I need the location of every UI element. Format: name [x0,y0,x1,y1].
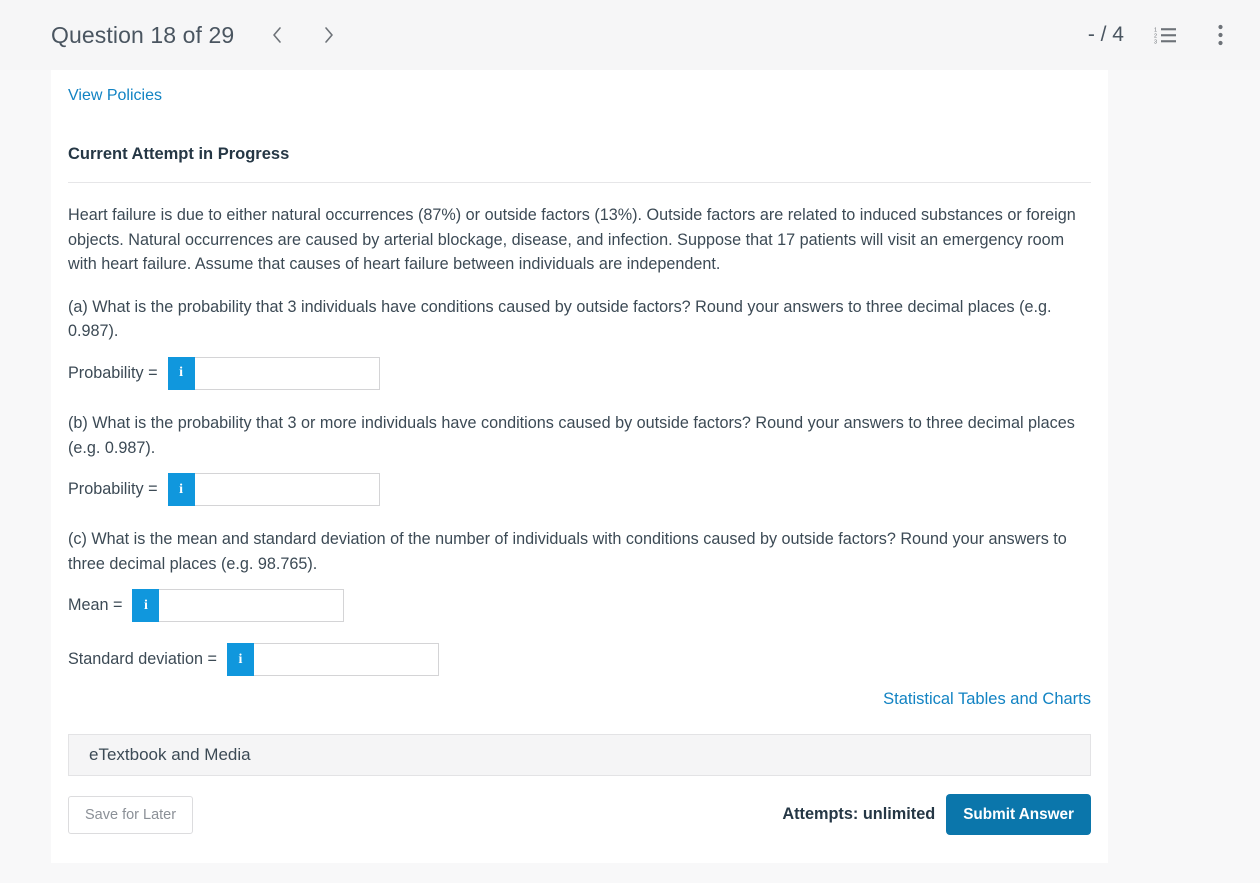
info-icon[interactable]: i [132,589,160,623]
submit-answer-button[interactable]: Submit Answer [946,794,1091,836]
question-card: View Policies Current Attempt in Progres… [51,70,1108,864]
info-icon[interactable]: i [167,356,195,390]
answer-input-group: i [132,589,345,623]
answer-input-group: i [167,356,380,390]
page-title: Question 18 of 29 [51,21,235,48]
info-icon[interactable]: i [167,473,195,507]
answer-row-probability-b: Probability = i [68,473,1091,507]
statistical-tables-and-charts-link[interactable]: Statistical Tables and Charts [883,690,1091,708]
question-list-button[interactable]: 1 2 3 [1154,23,1178,47]
attempt-status: Current Attempt in Progress [68,145,1091,183]
probability-b-input[interactable] [194,473,380,507]
answer-row-probability-a: Probability = i [68,356,1091,390]
question-part-a-text: (a) What is the probability that 3 indiv… [68,297,1052,341]
answer-label: Standard deviation = [68,650,217,669]
more-vertical-icon [1217,24,1223,46]
score-indicator: - / 4 [1087,23,1124,46]
etextbook-wrap: eTextbook and Media [51,709,1108,777]
mean-input[interactable] [159,589,345,623]
answer-row-mean: Mean = i [68,589,1091,623]
question-intro-text: Heart failure is due to either natural o… [68,206,1076,274]
answer-input-group: i [226,643,439,677]
etextbook-label: eTextbook and Media [89,745,251,765]
numbered-list-icon: 1 2 3 [1154,25,1178,45]
statistical-tables-row: Statistical Tables and Charts [51,676,1108,709]
question-body: Heart failure is due to either natural o… [51,183,1108,677]
question-part-c-text: (c) What is the mean and standard deviat… [68,530,1067,573]
answer-label: Probability = [68,480,158,499]
save-for-later-button[interactable]: Save for Later [68,795,194,834]
footer-right-group: Attempts: unlimited Submit Answer [782,794,1091,836]
view-policies-link[interactable]: View Policies [68,86,162,106]
etextbook-and-media-bar[interactable]: eTextbook and Media [68,734,1091,777]
answer-input-group: i [167,473,380,507]
question-navigation [264,20,342,50]
answer-label: Mean = [68,596,123,615]
card-header: View Policies Current Attempt in Progres… [51,70,1108,183]
chevron-right-icon [323,25,335,45]
previous-question-button[interactable] [264,20,290,50]
svg-text:3: 3 [1154,40,1157,46]
more-options-button[interactable] [1208,23,1232,47]
answer-label: Probability = [68,363,158,382]
question-part-b-text: (b) What is the probability that 3 or mo… [68,413,1075,457]
attempts-label: Attempts: unlimited [782,805,936,824]
probability-a-input[interactable] [194,356,380,390]
question-footer: Save for Later Attempts: unlimited Submi… [51,776,1108,863]
header-right-controls: - / 4 1 2 3 [1088,23,1232,47]
standard-deviation-input[interactable] [253,643,439,677]
info-icon[interactable]: i [226,643,254,677]
chevron-left-icon [271,25,283,45]
next-question-button[interactable] [316,20,342,50]
question-header: Question 18 of 29 - / 4 1 2 3 [0,0,1260,70]
answer-row-standard-deviation: Standard deviation = i [68,643,1091,677]
